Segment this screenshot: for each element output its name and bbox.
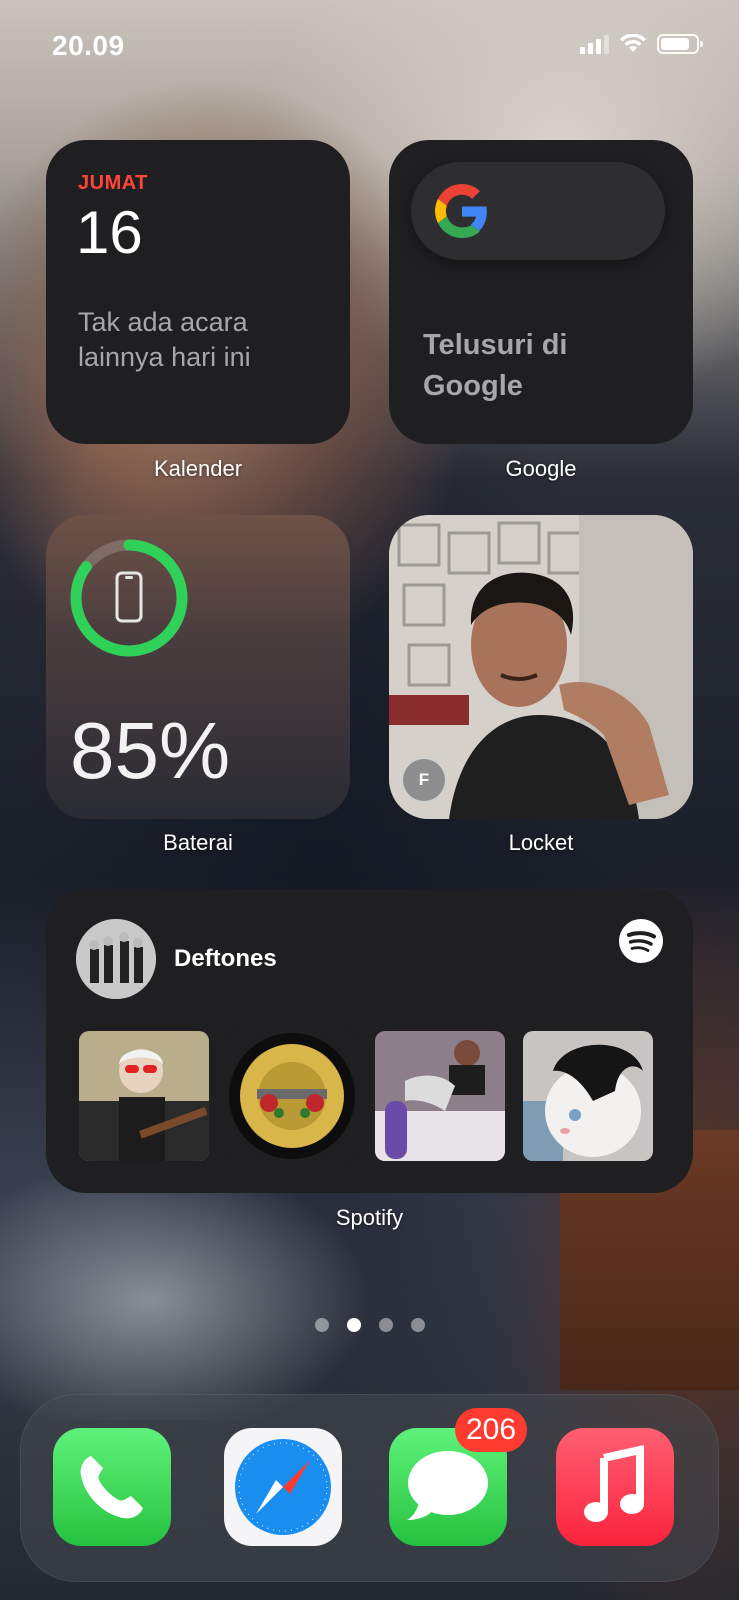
google-search-text: Telusuri di Google: [423, 329, 568, 402]
status-time: 20.09: [52, 30, 125, 61]
artist-avatar[interactable]: [76, 919, 156, 999]
spotify-widget-label: Spotify: [335, 1205, 404, 1230]
battery-widget-label: Baterai: [163, 830, 233, 855]
music-app-icon[interactable]: [556, 1428, 674, 1546]
status-bar: 20.09: [0, 0, 739, 90]
iphone-icon: [115, 571, 143, 623]
calendar-date: 16: [76, 199, 143, 266]
safari-compass-icon: [235, 1439, 331, 1535]
album-tile-1[interactable]: [79, 1031, 209, 1161]
notification-badge: 206: [455, 1408, 527, 1452]
phone-app-icon[interactable]: [53, 1428, 171, 1546]
google-search-bar[interactable]: [411, 162, 665, 260]
phone-icon: [80, 1456, 143, 1519]
battery-widget[interactable]: 85%: [46, 515, 350, 819]
signal-icon: [580, 34, 609, 54]
battery-icon: [657, 34, 703, 54]
page-dot[interactable]: [314, 1318, 329, 1332]
google-logo-icon: [435, 184, 487, 238]
messages-app-icon[interactable]: 206: [389, 1408, 527, 1546]
calendar-widget-label: Kalender: [153, 456, 243, 481]
locket-friend-avatar: F: [401, 757, 447, 803]
page-dot[interactable]: [378, 1318, 393, 1332]
page-indicator[interactable]: [0, 1318, 739, 1332]
locket-widget-label: Locket: [508, 830, 574, 855]
google-widget[interactable]: Telusuri di Google: [389, 140, 693, 444]
page-dot[interactable]: [410, 1318, 425, 1332]
calendar-note: Tak ada acara lainnya hari ini: [78, 307, 251, 372]
calendar-widget[interactable]: JUMAT 16 Tak ada acara lainnya hari ini: [46, 140, 350, 444]
locket-widget[interactable]: F: [389, 515, 693, 819]
wifi-icon: [620, 34, 646, 52]
battery-percent: 85%: [70, 706, 231, 795]
dock: 206: [20, 1394, 719, 1582]
artist-name: Deftones: [174, 945, 277, 972]
battery-ring: [70, 539, 188, 657]
album-tile-4[interactable]: [523, 1031, 653, 1161]
album-tile-2[interactable]: [227, 1031, 357, 1161]
safari-app-icon[interactable]: [224, 1428, 342, 1546]
album-tile-3[interactable]: [375, 1031, 505, 1161]
music-note-icon: [584, 1445, 644, 1522]
spotify-widget[interactable]: Deftones: [46, 889, 693, 1193]
calendar-weekday: JUMAT: [78, 172, 148, 194]
page-dot-active[interactable]: [346, 1318, 361, 1332]
google-widget-label: Google: [505, 456, 577, 481]
spotify-logo-icon: [619, 919, 663, 963]
status-icons: [580, 34, 703, 54]
